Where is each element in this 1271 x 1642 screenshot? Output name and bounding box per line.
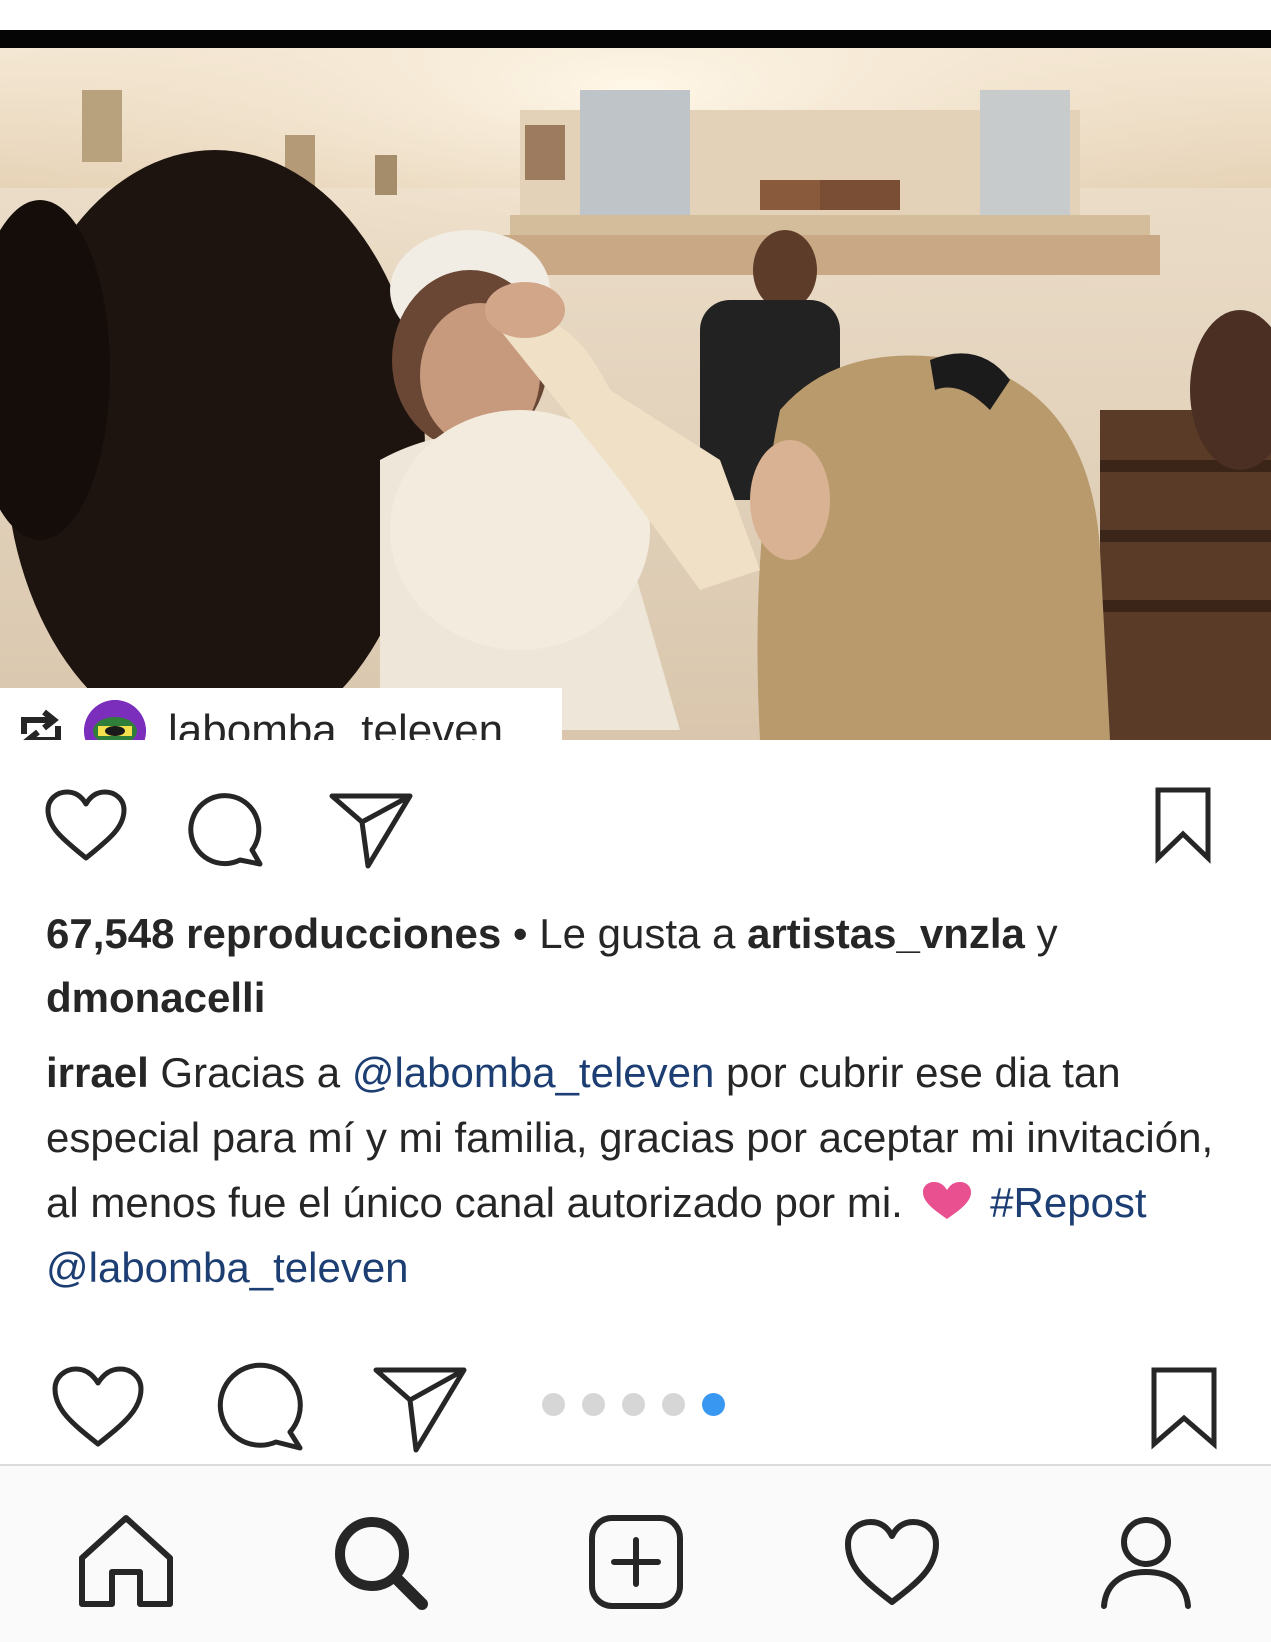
post-video[interactable]: labomba_televen (0, 30, 1271, 740)
activity-heart-icon[interactable] (842, 1512, 942, 1612)
caption-mention-2[interactable]: @labomba_televen (46, 1244, 409, 1291)
share-send-icon[interactable] (326, 788, 416, 872)
profile-icon[interactable] (1096, 1512, 1196, 1612)
comment-icon[interactable] (214, 1362, 306, 1454)
views-count: 67,548 reproducciones (46, 910, 502, 957)
bookmark-icon[interactable] (1148, 1364, 1220, 1450)
home-icon[interactable] (76, 1512, 176, 1612)
like-heart-icon[interactable] (44, 788, 128, 864)
like-heart-icon[interactable] (50, 1364, 146, 1450)
video-frame-image (0, 30, 1271, 740)
caption-mention-1[interactable]: @labomba_televen (352, 1049, 715, 1096)
bookmark-icon[interactable] (1152, 784, 1214, 864)
share-send-icon[interactable] (370, 1362, 470, 1456)
carousel-dot (622, 1393, 645, 1416)
carousel-dot (542, 1393, 565, 1416)
carousel-dot-active (702, 1393, 725, 1416)
and-label: y (1024, 910, 1058, 957)
carousel-indicator (542, 1393, 725, 1417)
liked-by-user-2[interactable]: dmonacelli (46, 974, 265, 1021)
bottom-navigation (0, 1464, 1271, 1642)
action-bar (0, 770, 1271, 880)
repost-username[interactable]: labomba_televen (168, 706, 503, 740)
liked-by-label: • Le gusta a (501, 910, 748, 957)
comment-icon[interactable] (186, 790, 266, 870)
caption-text-1: Gracias a (148, 1049, 352, 1096)
post-stats: 67,548 reproducciones • Le gusta a artis… (46, 902, 1236, 1030)
repost-avatar[interactable] (84, 700, 146, 740)
caption-hashtag[interactable]: #Repost (990, 1179, 1146, 1226)
caption-author[interactable]: irrael (46, 1049, 149, 1096)
liked-by-user-1[interactable]: artistas_vnzla (747, 910, 1025, 957)
repost-attribution[interactable]: labomba_televen (0, 688, 562, 740)
add-post-icon[interactable] (586, 1512, 686, 1612)
avatar-logo-icon (84, 700, 146, 740)
status-bar-area (0, 0, 1271, 30)
carousel-dot (582, 1393, 605, 1416)
pink-heart-emoji-icon (922, 1182, 971, 1219)
carousel-dot (662, 1393, 685, 1416)
post-caption: irrael Gracias a @labomba_televen por cu… (46, 1040, 1246, 1300)
search-icon[interactable] (330, 1512, 430, 1612)
repost-icon (21, 709, 61, 740)
